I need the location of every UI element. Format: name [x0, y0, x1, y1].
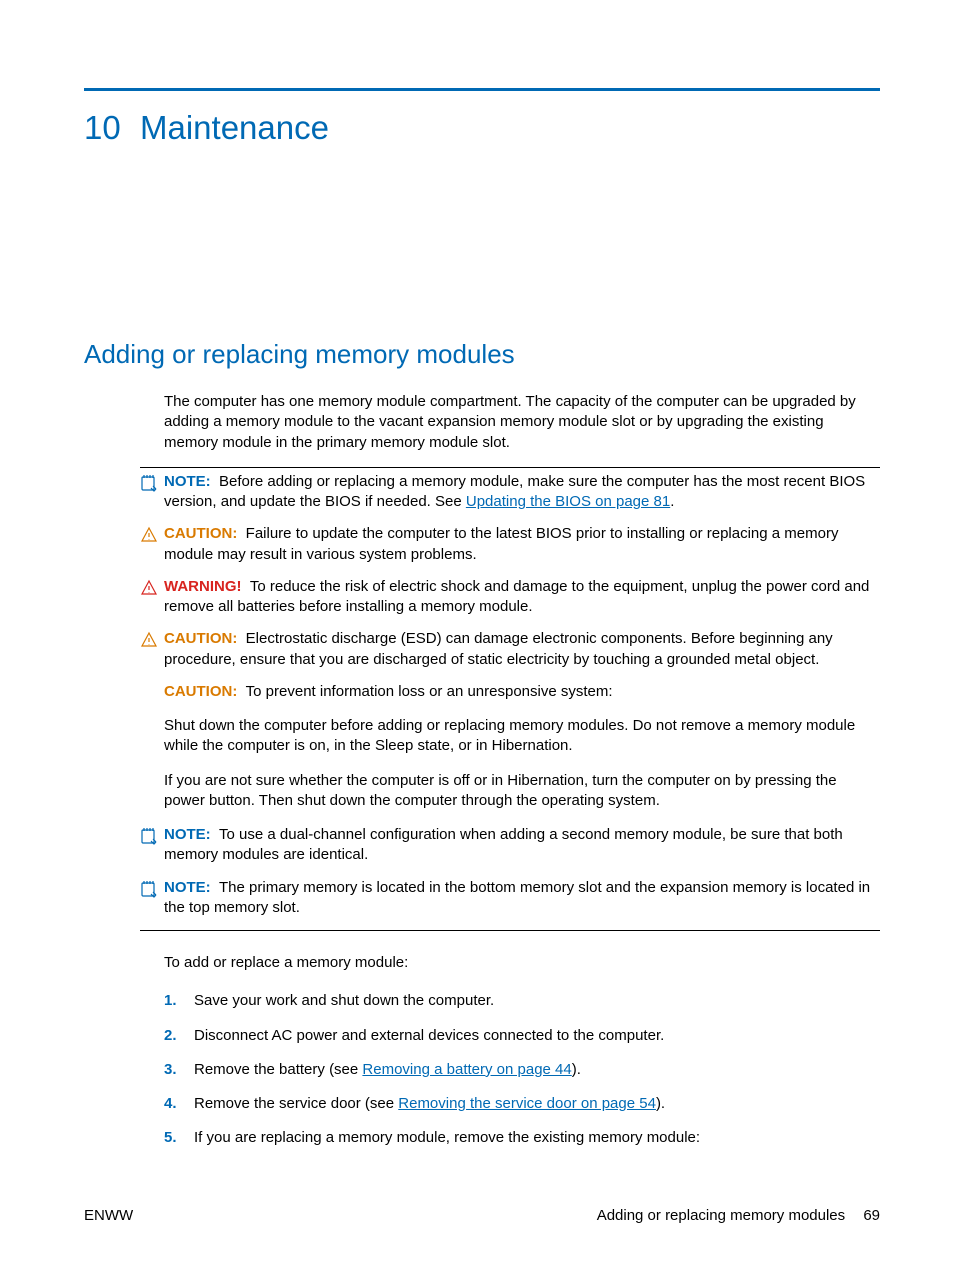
- note-icon: [140, 474, 158, 492]
- caution-label: CAUTION:: [164, 525, 237, 542]
- page-number: 69: [863, 1207, 880, 1224]
- caution-icon: [140, 526, 158, 544]
- page-footer: ENWW Adding or replacing memory modules …: [84, 1207, 880, 1224]
- service-door-link[interactable]: Removing the service door on page 54: [398, 1095, 656, 1112]
- lead-line: To add or replace a memory module:: [164, 953, 880, 973]
- note-text-b: .: [670, 493, 674, 510]
- note-label: NOTE:: [164, 879, 211, 896]
- step-number: 5.: [164, 1128, 194, 1148]
- caution-label: CAUTION:: [164, 683, 237, 700]
- caution-callout-2: CAUTION: Electrostatic discharge (ESD) c…: [164, 629, 880, 670]
- warning-label: WARNING!: [164, 578, 242, 595]
- divider: [140, 467, 880, 468]
- step-item: 1. Save your work and shut down the comp…: [164, 991, 880, 1011]
- note-icon: [140, 827, 158, 845]
- note-callout-2: NOTE: To use a dual-channel configuratio…: [164, 825, 880, 866]
- step-item: 2. Disconnect AC power and external devi…: [164, 1026, 880, 1046]
- note-label: NOTE:: [164, 826, 211, 843]
- caution3-p2: If you are not sure whether the computer…: [164, 771, 880, 812]
- step-number: 3.: [164, 1060, 194, 1080]
- chapter-title: 10Maintenance: [84, 109, 880, 147]
- section-title: Adding or replacing memory modules: [84, 339, 880, 370]
- top-divider: [84, 88, 880, 91]
- step-text: Save your work and shut down the compute…: [194, 991, 494, 1011]
- caution-text: Failure to update the computer to the la…: [164, 525, 838, 562]
- caution-text: To prevent information loss or an unresp…: [246, 683, 613, 700]
- step-item: 4. Remove the service door (see Removing…: [164, 1094, 880, 1114]
- note-text: To use a dual-channel configuration when…: [164, 826, 843, 863]
- warning-callout-1: WARNING! To reduce the risk of electric …: [164, 577, 880, 618]
- step-item: 5. If you are replacing a memory module,…: [164, 1128, 880, 1148]
- battery-link[interactable]: Removing a battery on page 44: [362, 1061, 571, 1078]
- intro-paragraph: The computer has one memory module compa…: [164, 392, 880, 453]
- chapter-number: 10: [84, 109, 140, 147]
- footer-section: Adding or replacing memory modules: [597, 1207, 845, 1224]
- chapter-name: Maintenance: [140, 109, 329, 146]
- step-text: Disconnect AC power and external devices…: [194, 1026, 664, 1046]
- divider: [140, 930, 880, 931]
- caution-callout-1: CAUTION: Failure to update the computer …: [164, 524, 880, 565]
- step-list: 1. Save your work and shut down the comp…: [164, 991, 880, 1148]
- step-text: If you are replacing a memory module, re…: [194, 1128, 700, 1148]
- caution-icon: [140, 631, 158, 649]
- bios-link[interactable]: Updating the BIOS on page 81: [466, 493, 670, 510]
- caution-callout-3: CAUTION: To prevent information loss or …: [164, 682, 880, 702]
- note-callout-3: NOTE: The primary memory is located in t…: [164, 878, 880, 919]
- step-number: 4.: [164, 1094, 194, 1114]
- caution3-p1: Shut down the computer before adding or …: [164, 716, 880, 757]
- caution-label: CAUTION:: [164, 630, 237, 647]
- step-text: Remove the battery (see Removing a batte…: [194, 1060, 581, 1080]
- step-text: Remove the service door (see Removing th…: [194, 1094, 665, 1114]
- step-number: 2.: [164, 1026, 194, 1046]
- note-label: NOTE:: [164, 473, 211, 490]
- warning-icon: [140, 579, 158, 597]
- step-number: 1.: [164, 991, 194, 1011]
- note-callout-1: NOTE: Before adding or replacing a memor…: [164, 472, 880, 513]
- note-text: The primary memory is located in the bot…: [164, 879, 870, 916]
- note-icon: [140, 880, 158, 898]
- footer-left: ENWW: [84, 1207, 133, 1224]
- warning-text: To reduce the risk of electric shock and…: [164, 578, 869, 615]
- caution-text: Electrostatic discharge (ESD) can damage…: [164, 630, 833, 667]
- step-item: 3. Remove the battery (see Removing a ba…: [164, 1060, 880, 1080]
